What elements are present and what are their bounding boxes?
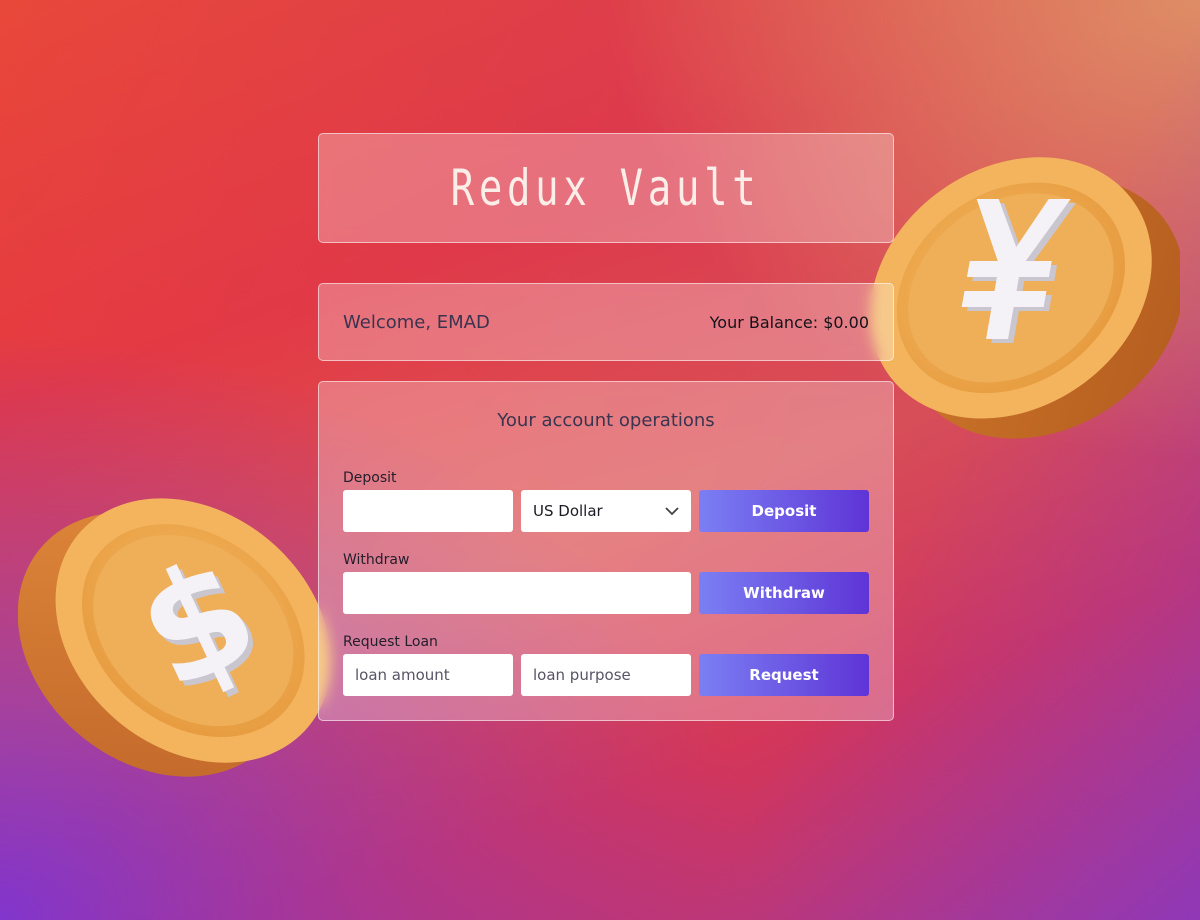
title-panel: Redux Vault	[318, 133, 894, 243]
chevron-down-icon	[665, 507, 679, 516]
dollar-coin-icon: $ $	[18, 498, 331, 777]
balance-display: Your Balance: $0.00	[709, 312, 869, 332]
loan-purpose-input[interactable]	[521, 654, 691, 696]
deposit-button[interactable]: Deposit	[699, 490, 869, 532]
operations-panel: Your account operations Deposit US Dolla…	[318, 381, 894, 721]
welcome-message: Welcome, EMAD	[343, 311, 490, 333]
yen-coin-icon	[870, 157, 1180, 439]
currency-select[interactable]: US Dollar	[521, 490, 691, 532]
loan-amount-input[interactable]	[343, 654, 513, 696]
account-summary: Welcome, EMAD Your Balance: $0.00	[318, 283, 894, 361]
loan-label: Request Loan	[343, 634, 438, 650]
withdraw-amount-input[interactable]	[343, 572, 691, 614]
withdraw-button[interactable]: Withdraw	[699, 572, 869, 614]
withdraw-label: Withdraw	[343, 552, 410, 568]
deposit-label: Deposit	[343, 470, 397, 486]
currency-selected-value: US Dollar	[533, 502, 603, 520]
deposit-amount-input[interactable]	[343, 490, 513, 532]
request-loan-button[interactable]: Request	[699, 654, 869, 696]
app-title: Redux Vault	[451, 159, 761, 217]
operations-title: Your account operations	[497, 410, 715, 431]
